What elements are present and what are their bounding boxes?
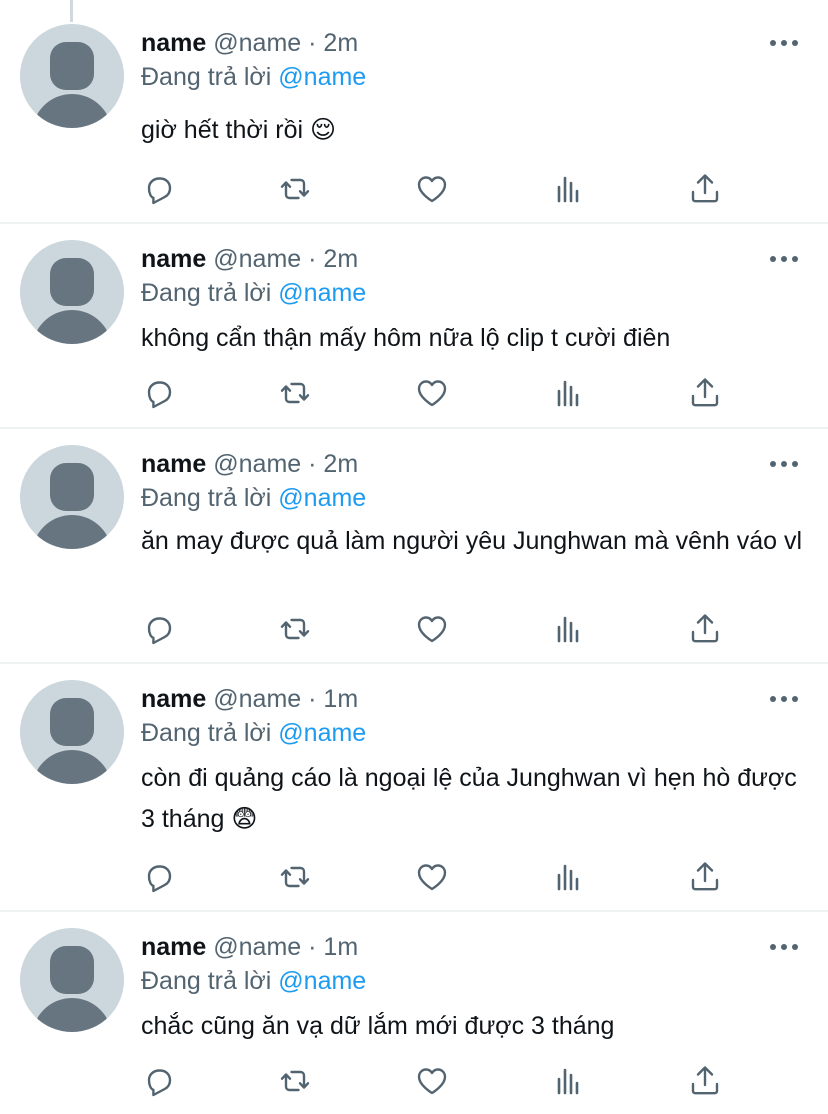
- timestamp[interactable]: 1m: [323, 685, 358, 713]
- replying-to: Đang trả lời @name: [141, 964, 366, 998]
- reply-icon[interactable]: [141, 171, 181, 211]
- tweet-text: giờ hết thời rồi 😌: [141, 116, 337, 144]
- like-icon[interactable]: [414, 611, 454, 651]
- retweet-icon[interactable]: [277, 859, 317, 899]
- share-icon[interactable]: [687, 611, 727, 651]
- avatar[interactable]: [20, 680, 124, 784]
- views-icon[interactable]: [551, 611, 591, 651]
- user-handle[interactable]: @name: [213, 450, 301, 478]
- mention-link[interactable]: @name: [278, 279, 366, 307]
- tweet-header: name @name · 2m: [141, 447, 358, 481]
- avatar[interactable]: [20, 240, 124, 344]
- more-icon[interactable]: [770, 940, 798, 954]
- avatar[interactable]: [20, 24, 124, 128]
- replying-to-label: Đang trả lời: [141, 719, 272, 747]
- display-name[interactable]: name: [141, 29, 206, 57]
- reply-icon[interactable]: [141, 611, 181, 651]
- like-icon[interactable]: [414, 1063, 454, 1103]
- action-bar: [141, 375, 741, 415]
- like-icon[interactable]: [414, 859, 454, 899]
- like-icon[interactable]: [414, 375, 454, 415]
- display-name[interactable]: name: [141, 685, 206, 713]
- separator: ·: [308, 685, 317, 713]
- action-bar: [141, 171, 741, 211]
- more-icon[interactable]: [770, 692, 798, 706]
- timestamp[interactable]: 2m: [323, 245, 358, 273]
- more-icon[interactable]: [770, 252, 798, 266]
- timestamp[interactable]: 2m: [323, 29, 358, 57]
- action-bar: [141, 611, 741, 651]
- replying-to-label: Đang trả lời: [141, 967, 272, 995]
- tweet-header: name @name · 2m: [141, 26, 358, 60]
- share-icon[interactable]: [687, 171, 727, 211]
- retweet-icon[interactable]: [277, 1063, 317, 1103]
- tweet[interactable]: name @name · 1m Đang trả lời @name chắc …: [0, 912, 828, 1114]
- replying-to: Đang trả lời @name: [141, 276, 366, 310]
- mention-link[interactable]: @name: [278, 719, 366, 747]
- views-icon[interactable]: [551, 859, 591, 899]
- retweet-icon[interactable]: [277, 611, 317, 651]
- like-icon[interactable]: [414, 171, 454, 211]
- share-icon[interactable]: [687, 375, 727, 415]
- action-bar: [141, 859, 741, 899]
- display-name[interactable]: name: [141, 450, 206, 478]
- display-name[interactable]: name: [141, 245, 206, 273]
- more-icon[interactable]: [770, 36, 798, 50]
- display-name[interactable]: name: [141, 933, 206, 961]
- tweet[interactable]: name @name · 2m Đang trả lời @name ăn ma…: [0, 429, 828, 664]
- separator: ·: [308, 29, 317, 57]
- tweet-header: name @name · 1m: [141, 682, 358, 716]
- separator: ·: [308, 450, 317, 478]
- reply-icon[interactable]: [141, 375, 181, 415]
- replying-to-label: Đang trả lời: [141, 63, 272, 91]
- replying-to: Đang trả lời @name: [141, 60, 366, 94]
- user-handle[interactable]: @name: [213, 245, 301, 273]
- mention-link[interactable]: @name: [278, 967, 366, 995]
- replying-to-label: Đang trả lời: [141, 484, 272, 512]
- timestamp[interactable]: 2m: [323, 450, 358, 478]
- user-handle[interactable]: @name: [213, 685, 301, 713]
- tweet-header: name @name · 1m: [141, 930, 358, 964]
- timestamp[interactable]: 1m: [323, 933, 358, 961]
- views-icon[interactable]: [551, 171, 591, 211]
- views-icon[interactable]: [551, 375, 591, 415]
- replying-to-label: Đang trả lời: [141, 279, 272, 307]
- replying-to: Đang trả lời @name: [141, 716, 366, 750]
- tweet-text: chắc cũng ăn vạ dữ lắm mới được 3 tháng: [141, 1012, 615, 1040]
- reply-icon[interactable]: [141, 1063, 181, 1103]
- tweet-text: không cẩn thận mấy hôm nữa lộ clip t cườ…: [141, 324, 671, 352]
- tweet[interactable]: name @name · 2m Đang trả lời @name giờ h…: [0, 0, 828, 224]
- tweet-text: ăn may được quả làm người yêu Junghwan m…: [141, 527, 803, 555]
- action-bar: [141, 1063, 741, 1103]
- reply-icon[interactable]: [141, 859, 181, 899]
- separator: ·: [308, 245, 317, 273]
- retweet-icon[interactable]: [277, 171, 317, 211]
- mention-link[interactable]: @name: [278, 484, 366, 512]
- user-handle[interactable]: @name: [213, 933, 301, 961]
- tweet[interactable]: name @name · 2m Đang trả lời @name không…: [0, 224, 828, 429]
- share-icon[interactable]: [687, 1063, 727, 1103]
- retweet-icon[interactable]: [277, 375, 317, 415]
- tweet-text: còn đi quảng cáo là ngoại lệ của Junghwa…: [141, 764, 797, 833]
- separator: ·: [308, 933, 317, 961]
- avatar[interactable]: [20, 928, 124, 1032]
- views-icon[interactable]: [551, 1063, 591, 1103]
- mention-link[interactable]: @name: [278, 63, 366, 91]
- user-handle[interactable]: @name: [213, 29, 301, 57]
- tweet-header: name @name · 2m: [141, 242, 358, 276]
- tweet[interactable]: name @name · 1m Đang trả lời @name còn đ…: [0, 664, 828, 912]
- share-icon[interactable]: [687, 859, 727, 899]
- more-icon[interactable]: [770, 457, 798, 471]
- avatar[interactable]: [20, 445, 124, 549]
- replying-to: Đang trả lời @name: [141, 481, 366, 515]
